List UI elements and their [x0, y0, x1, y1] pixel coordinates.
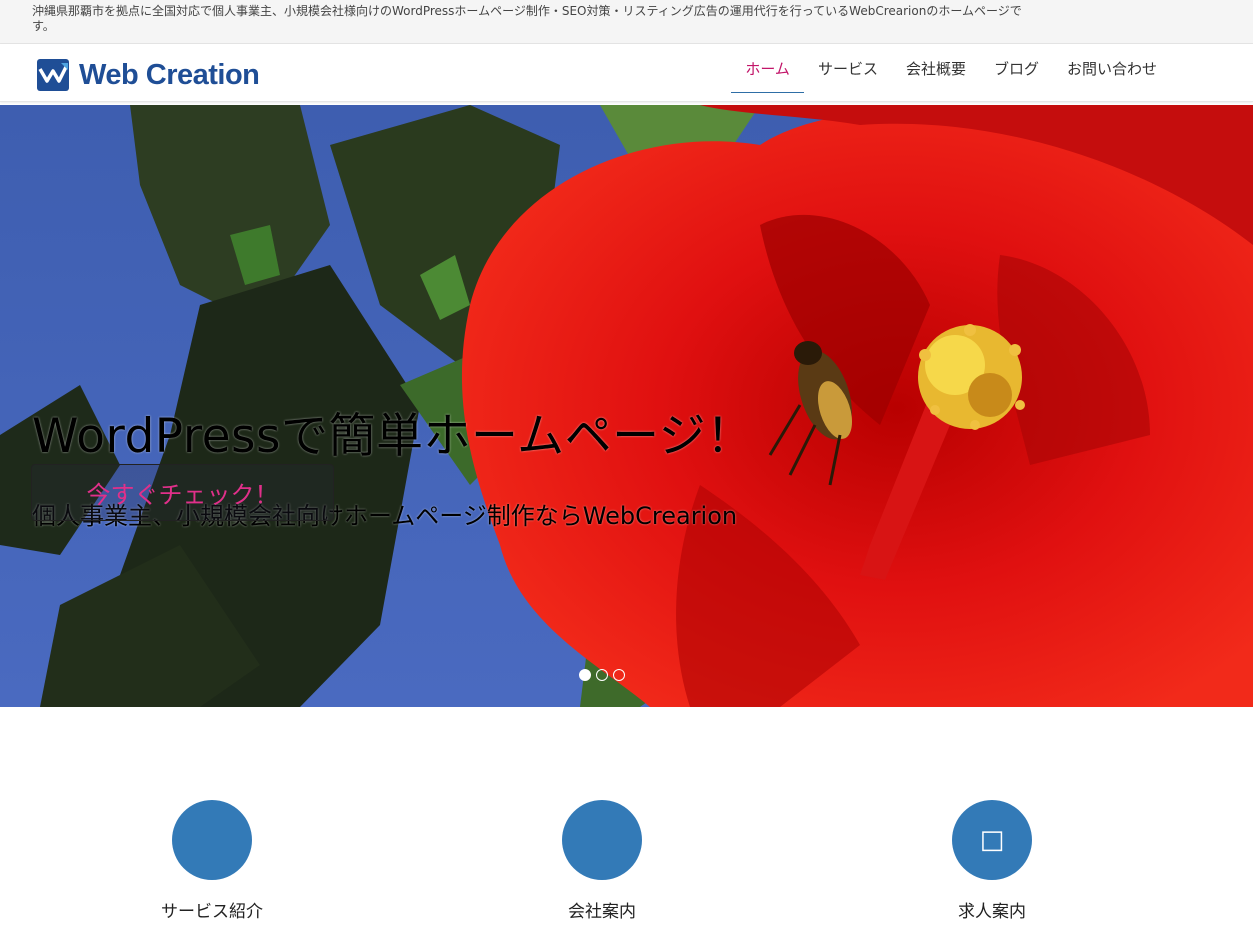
- company-icon[interactable]: [562, 800, 642, 880]
- slider-dot-3[interactable]: [613, 669, 625, 681]
- feature-services: サービス紹介: [112, 800, 312, 922]
- site-header: Web Creation ホーム サービス 会社概要 ブログ お問い合わせ: [0, 44, 1253, 102]
- recruit-glyph: □: [979, 825, 1005, 855]
- hero-title: WordPressで簡単ホームページ！: [32, 409, 754, 464]
- site-logo[interactable]: Web Creation: [37, 58, 260, 92]
- nav-item-blog[interactable]: ブログ: [980, 44, 1053, 93]
- feature-title-services[interactable]: サービス紹介: [112, 897, 312, 922]
- feature-title-company[interactable]: 会社案内: [502, 897, 702, 922]
- slider-dot-2[interactable]: [596, 669, 608, 681]
- features-section: サービス紹介 会社案内 □ 求人案内: [0, 707, 1253, 930]
- feature-title-recruit[interactable]: 求人案内: [892, 897, 1092, 922]
- slider-dot-1[interactable]: [579, 669, 591, 681]
- service-icon[interactable]: [172, 800, 252, 880]
- feature-recruit: □ 求人案内: [892, 800, 1092, 922]
- nav-item-home[interactable]: ホーム: [731, 44, 804, 93]
- nav-item-services[interactable]: サービス: [804, 44, 892, 93]
- main-nav: ホーム サービス 会社概要 ブログ お問い合わせ: [731, 44, 1171, 102]
- recruit-icon[interactable]: □: [952, 800, 1032, 880]
- nav-item-company[interactable]: 会社概要: [892, 44, 980, 93]
- nav-item-contact[interactable]: お問い合わせ: [1053, 44, 1171, 93]
- logo-mark-icon: [37, 59, 69, 91]
- logo-text: Web Creation: [79, 58, 260, 91]
- hero-slider: WordPressで簡単ホームページ！ 個人事業主、小規模会社向けホームページ制…: [0, 105, 1253, 707]
- hero-cta-button[interactable]: 今すぐチェック！: [31, 464, 334, 521]
- top-info-bar: 沖縄県那覇市を拠点に全国対応で個人事業主、小規模会社様向けのWordPressホ…: [0, 0, 1253, 44]
- slider-pagination: [579, 669, 625, 681]
- site-description: 沖縄県那覇市を拠点に全国対応で個人事業主、小規模会社様向けのWordPressホ…: [32, 4, 1022, 33]
- feature-company: 会社案内: [502, 800, 702, 922]
